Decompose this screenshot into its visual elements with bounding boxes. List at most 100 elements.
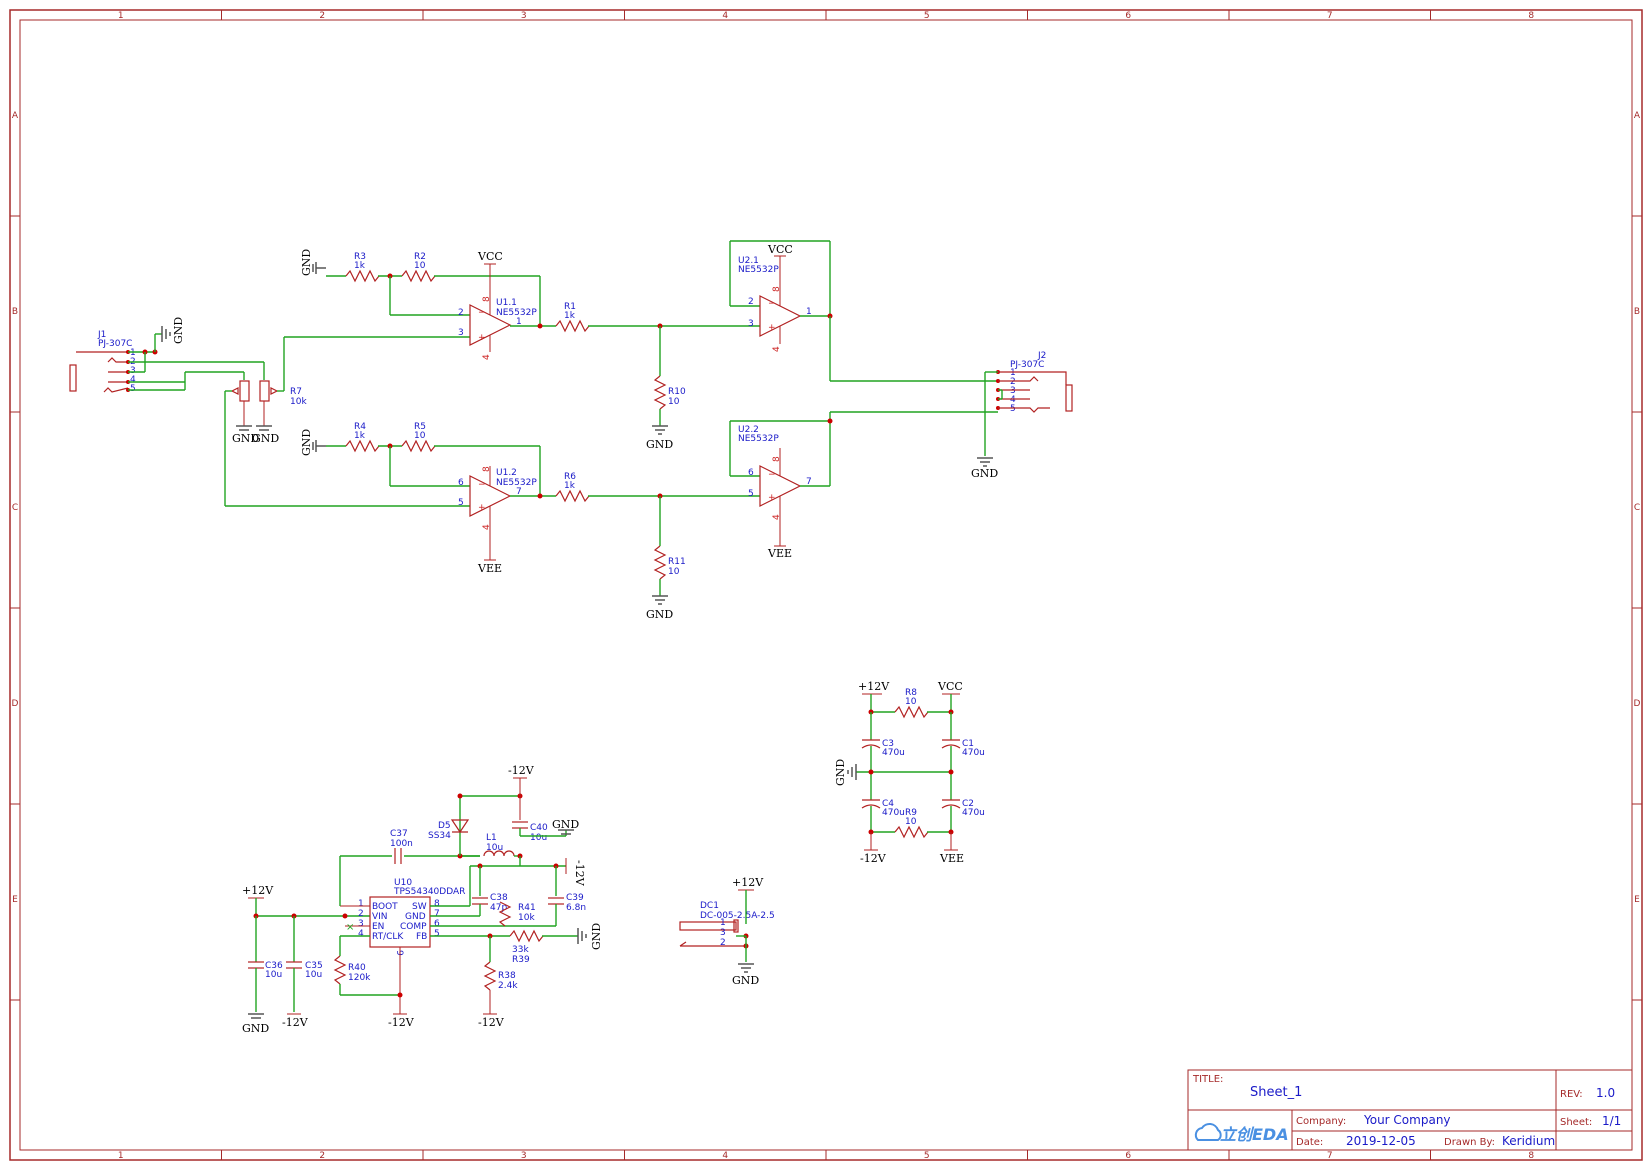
r11-ref: R11: [668, 557, 686, 567]
u2-2-val: NE5532P: [738, 434, 779, 444]
net-label-p12: +12V: [858, 680, 890, 693]
c36-val: 10u: [265, 970, 282, 980]
channel-2-buffer: −+ 657 8 4 VEE U2.2 NE5532P: [729, 411, 998, 560]
zone-row-label: A: [12, 111, 19, 121]
date-label: Date:: [1296, 1137, 1323, 1148]
u10-pin-en: EN: [372, 922, 384, 932]
net-label-gnd: GND: [552, 818, 579, 831]
svg-text:+: +: [768, 323, 776, 333]
u10-pin-fb: FB: [416, 932, 427, 942]
svg-text:4: 4: [482, 354, 492, 360]
r40-val: 120k: [348, 973, 371, 983]
capacitor-c36: [248, 961, 264, 969]
svg-text:5: 5: [458, 498, 464, 508]
zone-row-label: A: [1634, 111, 1641, 121]
svg-text:8: 8: [482, 466, 492, 472]
zone-row-label: C: [1634, 503, 1640, 513]
channel-2: GND R4 1k R5 10 −+ 657 8 4 VEE U1.2 NE55…: [225, 422, 760, 621]
svg-text:×: ×: [346, 922, 354, 933]
c2-val: 470u: [962, 808, 985, 818]
zone-row-label: D: [1634, 699, 1641, 709]
svg-text:5: 5: [130, 384, 136, 394]
r5-val: 10: [414, 431, 426, 441]
capacitor-c39: [548, 897, 564, 905]
r2-val: 10: [414, 261, 426, 271]
drawn-by-label: Drawn By:: [1444, 1137, 1495, 1148]
rev-label: REV:: [1560, 1089, 1583, 1100]
j1-val: PJ-307C: [98, 339, 132, 349]
c38-ref: C38: [490, 893, 508, 903]
u10-pin-gnd: GND: [405, 912, 426, 922]
power-decoupling: +12V VCC R8 10 C3 470u C1 470u GND C4 47…: [834, 680, 985, 865]
net-label-p12: +12V: [242, 884, 274, 897]
svg-text:+: +: [478, 503, 486, 513]
u10-val: TPS54340DDAR: [393, 887, 465, 897]
sheet-title: Sheet_1: [1250, 1085, 1302, 1100]
u1-1-val: NE5532P: [496, 308, 537, 318]
r10-val: 10: [668, 397, 680, 407]
svg-text:8: 8: [772, 456, 782, 462]
rev-value: 1.0: [1596, 1086, 1615, 1100]
net-label-gnd: GND: [172, 317, 185, 344]
u1-2-val: NE5532P: [496, 478, 537, 488]
schematic-sheet: 1122334455667788A AB BC CD DE E GND R3 1k R2 …: [9, 9, 1643, 1161]
c40-ref: C40: [530, 823, 548, 833]
easyeda-logo: 立创EDA: [1194, 1123, 1289, 1144]
u10-pin-comp: COMP: [400, 922, 427, 932]
l1-val: 10u: [486, 843, 503, 853]
svg-text:5: 5: [434, 929, 440, 939]
resistor-r3: [345, 269, 380, 283]
c37-ref: C37: [390, 829, 408, 839]
resistor-r11: [653, 545, 667, 580]
zone-column-label: 5: [924, 11, 930, 21]
svg-text:6: 6: [748, 468, 754, 478]
svg-text:2: 2: [358, 909, 364, 919]
svg-text:6: 6: [458, 478, 464, 488]
zone-column-label: 4: [722, 11, 728, 21]
r1-val: 1k: [564, 311, 576, 321]
c4-val: 470u: [882, 808, 905, 818]
r4-val: 1k: [354, 431, 366, 441]
dc-jack-dc1: DC1 DC-005-2.5A-2.5 +12V 132 GND: [679, 876, 775, 987]
resistor-r1: [555, 319, 590, 333]
zone-row-label: E: [12, 895, 18, 905]
svg-text:+: +: [478, 333, 486, 343]
net-label-gnd: GND: [252, 432, 279, 445]
net-label-gnd: GND: [732, 974, 759, 987]
capacitor-c35: [286, 961, 302, 969]
zone-column-label: 7: [1327, 11, 1333, 21]
net-label-m12: -12V: [508, 764, 535, 777]
svg-text:4: 4: [772, 346, 782, 352]
svg-text:4: 4: [772, 514, 782, 520]
channel-1: GND R3 1k R2 10 −+ 231 8 4 U1.1 NE5532P …: [284, 249, 760, 451]
zone-column-label: 5: [924, 1151, 930, 1161]
zone-row-label: B: [12, 307, 18, 317]
l1-ref: L1: [486, 833, 497, 843]
svg-text:8: 8: [434, 899, 440, 909]
resistor-r40: [333, 955, 347, 985]
svg-text:2: 2: [458, 308, 464, 318]
net-label-vcc: VCC: [477, 250, 503, 263]
net-label-vcc: VCC: [767, 243, 793, 256]
company-value: Your Company: [1363, 1113, 1451, 1127]
u2-1-val: NE5532P: [738, 265, 779, 275]
svg-text:+: +: [768, 493, 776, 503]
zone-column-label: 1: [118, 11, 124, 21]
svg-text:3: 3: [748, 319, 754, 329]
net-label-m12: -12V: [478, 1016, 505, 1029]
svg-text:−: −: [478, 480, 486, 490]
resistor-r6: [555, 489, 590, 503]
r7-ref: R7: [290, 387, 302, 397]
svg-text:4: 4: [482, 524, 492, 530]
net-label-p12: +12V: [732, 876, 764, 889]
ground-symbol: [312, 262, 326, 274]
net-label-gnd: GND: [242, 1022, 269, 1035]
r38-val: 2.4k: [498, 981, 518, 991]
resistor-r4: [345, 439, 380, 453]
r11-val: 10: [668, 567, 680, 577]
zone-row-label: D: [12, 699, 19, 709]
u10-pin-vin: VIN: [372, 912, 388, 922]
svg-text:7: 7: [434, 909, 440, 919]
zone-column-label: 6: [1125, 1151, 1131, 1161]
r3-val: 1k: [354, 261, 366, 271]
